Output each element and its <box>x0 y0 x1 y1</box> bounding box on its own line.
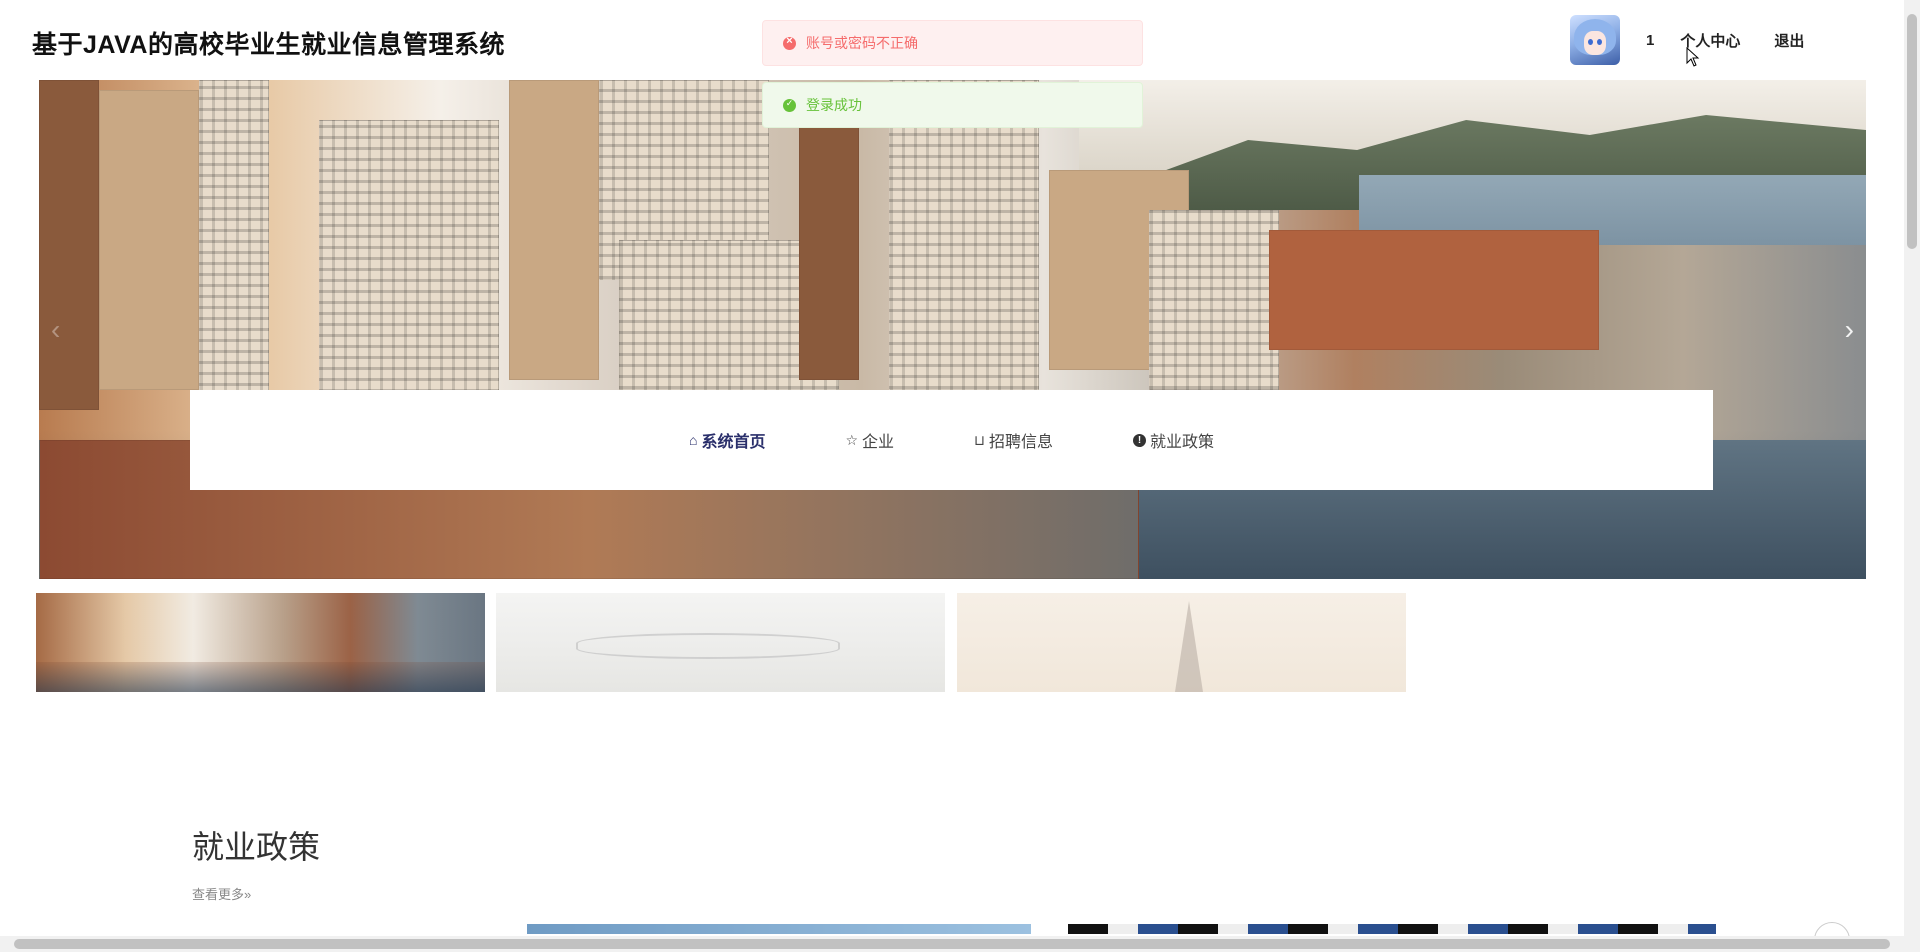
star-icon: ☆ <box>845 431 859 448</box>
success-toast: 登录成功 <box>762 82 1143 128</box>
nav-item-home[interactable]: ⌂ 系统首页 <box>689 428 765 452</box>
horizontal-scrollbar[interactable] <box>0 936 1904 952</box>
double-chevron-right-icon: » <box>244 887 252 902</box>
bag-icon: ⊔ <box>974 431 985 448</box>
logout-link[interactable]: 退出 <box>1774 30 1804 51</box>
policy-card-image[interactable] <box>527 924 1031 934</box>
user-name: 1 <box>1646 31 1655 49</box>
error-circle-icon <box>783 35 796 50</box>
carousel-thumbnail-1[interactable] <box>36 593 485 692</box>
success-toast-message: 登录成功 <box>806 97 862 113</box>
view-more-link[interactable]: 查看更多» <box>192 884 251 903</box>
banner-next-button[interactable]: › <box>1845 316 1854 344</box>
nav-item-policy[interactable]: ! 就业政策 <box>1133 428 1214 452</box>
mouse-cursor-icon <box>1686 47 1700 67</box>
error-toast-message: 账号或密码不正确 <box>806 35 918 51</box>
nav-item-jobs[interactable]: ⊔ 招聘信息 <box>974 428 1053 452</box>
carousel-thumbnail-3[interactable] <box>957 593 1406 692</box>
banner-carousel[interactable]: ‹ › <box>39 80 1866 579</box>
home-icon: ⌂ <box>688 432 698 448</box>
warning-circle-icon: ! <box>1133 433 1146 447</box>
site-title: 基于JAVA的高校毕业生就业信息管理系统 <box>32 31 505 59</box>
policy-card-image[interactable] <box>1068 924 1716 934</box>
avatar[interactable] <box>1570 15 1620 65</box>
main-nav: ⌂ 系统首页 ☆ 企业 ⊔ 招聘信息 ! 就业政策 <box>190 390 1713 490</box>
banner-prev-button[interactable]: ‹ <box>51 316 60 344</box>
vertical-scrollbar[interactable] <box>1904 0 1920 952</box>
nav-item-company[interactable]: ☆ 企业 <box>845 428 894 452</box>
carousel-thumbnail-2[interactable] <box>496 593 945 692</box>
section-title: 就业政策 <box>192 829 321 865</box>
check-circle-icon <box>783 98 796 112</box>
error-toast: 账号或密码不正确 <box>762 20 1143 66</box>
